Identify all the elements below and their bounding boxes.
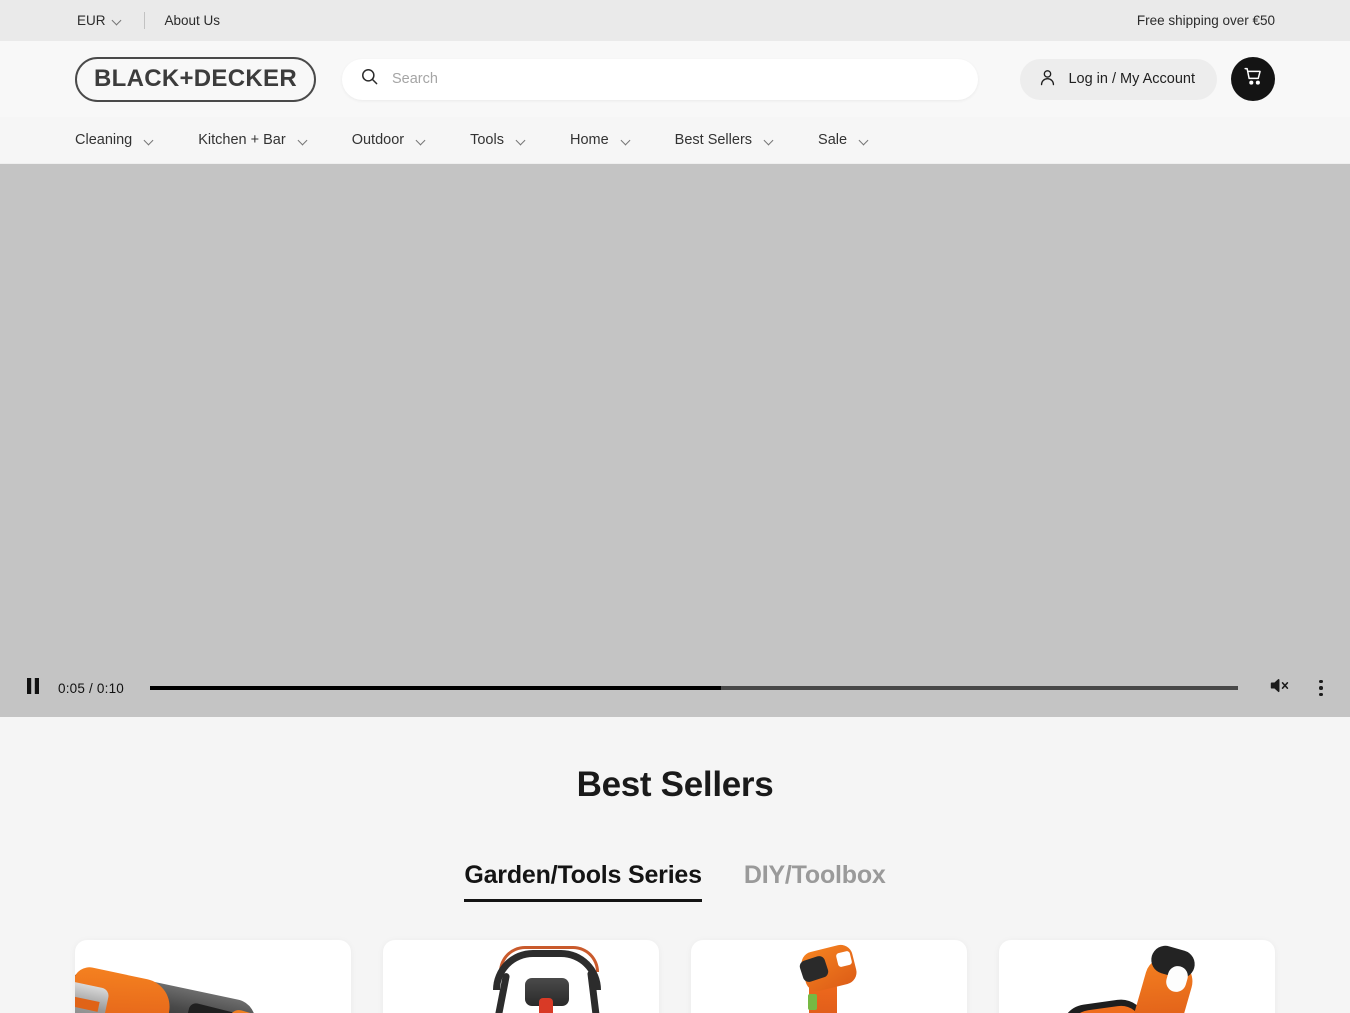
product-image-lawn-mower [383, 940, 659, 1013]
search-input[interactable] [391, 58, 960, 100]
mute-toggle-button[interactable] [1260, 669, 1298, 707]
hero-video-section[interactable]: 0:05 / 0:10 [0, 164, 1350, 717]
nav-item-tools[interactable]: Tools [470, 132, 526, 148]
video-control-bar: 0:05 / 0:10 [0, 659, 1350, 717]
nav-label: Outdoor [351, 132, 405, 148]
page-title: Best Sellers [576, 765, 774, 804]
product-card-grid [0, 940, 1350, 1013]
primary-navigation: Cleaning Kitchen + Bar Outdoor Tools Hom… [0, 117, 1350, 164]
video-player-surface[interactable] [0, 164, 1350, 717]
product-image-string-trimmer [999, 940, 1275, 1013]
video-more-options-button[interactable] [1306, 669, 1336, 707]
currency-label: EUR [77, 13, 106, 28]
nav-label: Cleaning [75, 132, 133, 148]
product-card[interactable] [691, 940, 967, 1013]
chevron-down-icon [517, 136, 526, 145]
utility-topbar: EUR About Us Free shipping over €50 [0, 0, 1350, 41]
nav-label: Kitchen + Bar [198, 132, 286, 148]
chevron-down-icon [765, 136, 774, 145]
chevron-down-icon [113, 16, 122, 25]
nav-item-home[interactable]: Home [570, 132, 631, 148]
chevron-down-icon [860, 136, 869, 145]
search-icon [360, 67, 379, 91]
shopping-cart-icon [1243, 66, 1264, 92]
product-card[interactable] [383, 940, 659, 1013]
chevron-down-icon [145, 136, 154, 145]
product-image-cordless-power-tool [75, 940, 351, 1013]
cart-button[interactable] [1231, 57, 1275, 101]
nav-label: Sale [818, 132, 848, 148]
header-actions: Log in / My Account [1020, 57, 1275, 101]
nav-label: Best Sellers [674, 132, 753, 148]
login-account-button[interactable]: Log in / My Account [1020, 58, 1217, 100]
nav-item-cleaning[interactable]: Cleaning [75, 132, 154, 148]
muted-volume-icon [1269, 675, 1290, 701]
video-progress-bar[interactable] [150, 686, 1238, 690]
shipping-notice: Free shipping over €50 [1136, 13, 1275, 28]
nav-item-sale[interactable]: Sale [818, 132, 869, 148]
topbar-divider [143, 12, 145, 29]
tab-diy-toolbox[interactable]: DIY/Toolbox [744, 861, 886, 902]
product-card[interactable] [75, 940, 351, 1013]
video-progress-fill [150, 686, 722, 690]
chevron-down-icon [622, 136, 631, 145]
nav-item-outdoor[interactable]: Outdoor [352, 132, 426, 148]
nav-item-best-sellers[interactable]: Best Sellers [675, 132, 774, 148]
pause-button[interactable] [14, 669, 52, 707]
product-image-pole-pruner [691, 940, 967, 1013]
product-category-tabs: Garden/Tools Series DIY/Toolbox [0, 861, 1350, 902]
nav-label: Tools [470, 132, 504, 148]
best-sellers-section: Best Sellers Garden/Tools Series DIY/Too… [0, 717, 1350, 1013]
video-right-controls [1260, 669, 1336, 707]
currency-selector[interactable]: EUR [75, 11, 124, 30]
chevron-down-icon [299, 136, 308, 145]
about-us-link[interactable]: About Us [165, 13, 221, 28]
more-vertical-icon [1319, 678, 1323, 698]
search-bar[interactable] [341, 58, 978, 100]
account-label: Log in / My Account [1068, 71, 1195, 87]
product-card[interactable] [999, 940, 1275, 1013]
user-icon [1038, 68, 1057, 91]
nav-item-kitchen-bar[interactable]: Kitchen + Bar [198, 132, 307, 148]
nav-label: Home [569, 132, 609, 148]
topbar-left-group: EUR About Us [75, 11, 220, 30]
tab-garden-tools-series[interactable]: Garden/Tools Series [464, 861, 702, 902]
chevron-down-icon [417, 136, 426, 145]
site-header: BLACK+DECKER Log in / My Account [0, 41, 1350, 117]
pause-icon [26, 677, 40, 699]
brand-logo[interactable]: BLACK+DECKER [75, 56, 316, 102]
video-time-display: 0:05 / 0:10 [58, 680, 125, 696]
